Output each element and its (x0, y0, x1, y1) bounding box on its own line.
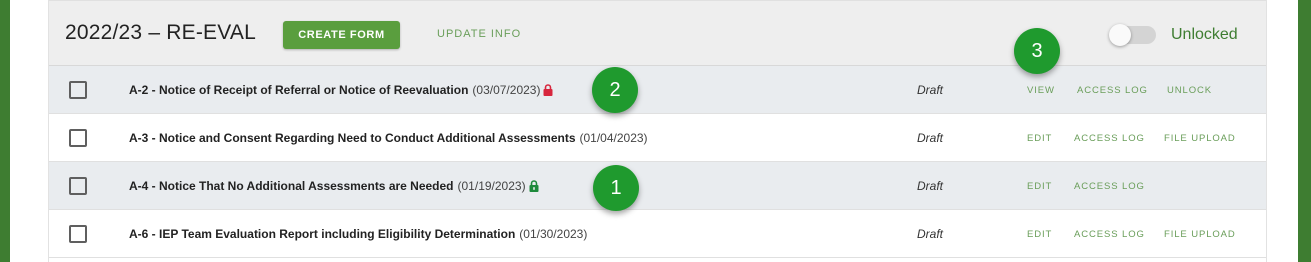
document-date: (01/30/2023) (519, 227, 588, 241)
toggle-label: Unlocked (1171, 26, 1238, 43)
document-title[interactable]: A-3 - Notice and Consent Regarding Need … (129, 131, 648, 145)
status-label: Draft (917, 179, 944, 193)
form-list-panel: 2022/23 – RE-EVAL CREATE FORM UPDATE INF… (48, 0, 1267, 262)
document-name: A-2 - Notice of Receipt of Referral or N… (129, 83, 469, 97)
toggle-knob (1109, 24, 1131, 46)
table-row: A-6 - IEP Team Evaluation Report includi… (49, 210, 1266, 258)
row-checkbox[interactable] (69, 177, 87, 195)
document-title[interactable]: A-2 - Notice of Receipt of Referral or N… (129, 83, 553, 99)
lock-toggle[interactable] (1109, 24, 1156, 46)
document-name: A-3 - Notice and Consent Regarding Need … (129, 131, 576, 145)
table-row: A-3 - Notice and Consent Regarding Need … (49, 114, 1266, 162)
file-upload-link[interactable]: FILE UPLOAD (1164, 229, 1236, 240)
annotation-badge-1: 1 (593, 165, 639, 211)
annotation-badge-3: 3 (1014, 28, 1060, 74)
edit-link[interactable]: EDIT (1027, 133, 1052, 144)
status-label: Draft (917, 83, 944, 97)
document-name: A-6 - IEP Team Evaluation Report includi… (129, 227, 516, 241)
update-info-button[interactable]: UPDATE INFO (437, 28, 521, 40)
access-log-link[interactable]: ACCESS LOG (1074, 229, 1145, 240)
access-log-link[interactable]: ACCESS LOG (1074, 181, 1145, 192)
document-name: A-4 - Notice That No Additional Assessme… (129, 179, 454, 193)
table-row: A-4 - Notice That No Additional Assessme… (49, 162, 1266, 210)
row-checkbox[interactable] (69, 129, 87, 147)
document-date: (03/07/2023) (472, 83, 541, 97)
row-checkbox[interactable] (69, 225, 87, 243)
row-checkbox[interactable] (69, 81, 87, 99)
page-title: 2022/23 – RE-EVAL (65, 21, 256, 44)
access-log-link[interactable]: ACCESS LOG (1077, 85, 1148, 96)
access-log-link[interactable]: ACCESS LOG (1074, 133, 1145, 144)
edit-link[interactable]: EDIT (1027, 181, 1052, 192)
section-header: 2022/23 – RE-EVAL CREATE FORM UPDATE INF… (49, 0, 1266, 66)
status-label: Draft (917, 131, 944, 145)
edit-link[interactable]: EDIT (1027, 229, 1052, 240)
padlock-closed-icon (543, 84, 553, 99)
document-date: (01/19/2023) (457, 179, 526, 193)
status-label: Draft (917, 227, 944, 241)
padlock-open-icon (529, 180, 539, 195)
unlock-link[interactable]: UNLOCK (1167, 85, 1212, 96)
view-link[interactable]: VIEW (1027, 85, 1055, 96)
document-title[interactable]: A-6 - IEP Team Evaluation Report includi… (129, 227, 587, 241)
document-title[interactable]: A-4 - Notice That No Additional Assessme… (129, 179, 539, 195)
document-date: (01/04/2023) (579, 131, 648, 145)
table-row: A-2 - Notice of Receipt of Referral or N… (49, 66, 1266, 114)
annotation-badge-2: 2 (592, 67, 638, 113)
create-form-button[interactable]: CREATE FORM (283, 21, 400, 49)
file-upload-link[interactable]: FILE UPLOAD (1164, 133, 1236, 144)
